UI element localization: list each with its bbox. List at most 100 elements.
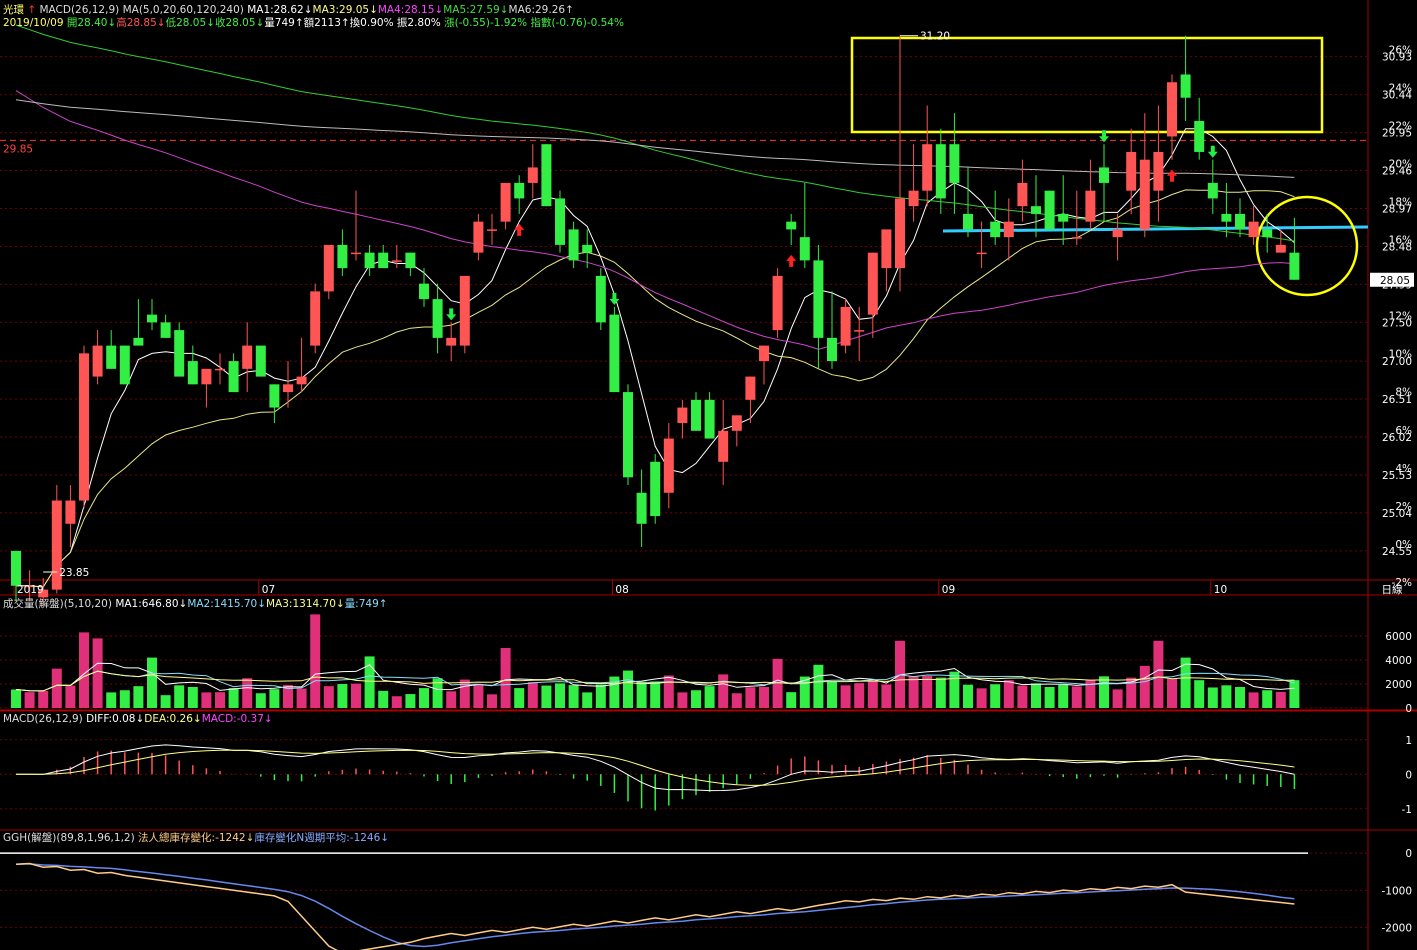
candle-body	[922, 144, 933, 191]
candle-body	[704, 399, 715, 439]
ma60-line	[15, 90, 1295, 350]
candle-body	[310, 291, 321, 346]
ma20-line	[16, 189, 1295, 588]
volume-layer	[11, 614, 1300, 708]
volume-bar	[623, 670, 633, 708]
candle-body	[364, 252, 375, 269]
candle-body	[323, 244, 334, 292]
volume-bar	[38, 690, 49, 708]
percent-tick-label: 4%	[1395, 463, 1412, 475]
candle-body	[663, 438, 674, 493]
volume-bar	[446, 691, 457, 708]
candle-body	[283, 384, 293, 393]
volume-bar	[568, 685, 579, 708]
percent-tick-label: 6%	[1395, 425, 1412, 437]
percent-tick-label: 8%	[1395, 387, 1412, 399]
candle-body	[500, 182, 511, 222]
date-label: 08	[615, 584, 628, 596]
macd-title: MACD(26,12,9)	[3, 713, 83, 725]
volume-bar	[119, 690, 130, 708]
ggh-tick-label: -2000	[1381, 922, 1412, 934]
candle-body	[187, 361, 198, 385]
resistance-box	[850, 36, 1324, 134]
volume-bar	[351, 683, 361, 708]
ggh-inventory-line	[15, 862, 1295, 950]
candle-body	[459, 275, 470, 346]
sell-arrow-icon	[609, 292, 620, 305]
candle-body	[351, 252, 361, 255]
candle-body	[881, 229, 892, 269]
volume-bar	[1289, 680, 1300, 708]
percent-tick-label: 22%	[1389, 121, 1412, 133]
candle-body	[867, 252, 878, 315]
period-label: 日線	[1382, 583, 1404, 596]
candle-body	[1085, 190, 1096, 222]
buy-arrow-icon	[514, 223, 525, 236]
candle-body	[133, 337, 144, 346]
sell-arrow-icon	[1207, 145, 1218, 158]
candle-body	[255, 345, 266, 377]
volume-bar	[106, 692, 117, 708]
volume-bar	[174, 685, 185, 708]
candle-body	[378, 252, 389, 269]
volume-bar	[527, 682, 538, 708]
candle-body	[935, 144, 946, 199]
volume-bar	[976, 688, 987, 708]
volume-bar	[541, 685, 552, 708]
candle-body	[147, 314, 157, 323]
volume-bar	[935, 677, 946, 708]
volume-bar	[677, 692, 688, 708]
candle-body	[908, 190, 919, 207]
volume-bar	[881, 684, 892, 708]
volume-bar	[691, 690, 701, 708]
candle-body	[568, 229, 579, 261]
candle-body	[1194, 120, 1205, 152]
volume-bar	[133, 686, 144, 708]
volume-bar	[187, 687, 198, 708]
candle-body	[1180, 74, 1191, 98]
date-label: 2019	[17, 584, 44, 596]
candle-body	[731, 415, 742, 431]
candle-body	[405, 252, 416, 269]
macd-tick-label: -1	[1402, 804, 1412, 816]
ggh-tick-label: -1000	[1381, 885, 1412, 897]
volume-ma1: MA1:646.80↓	[115, 598, 188, 610]
candle-body	[555, 198, 565, 245]
volume-bar	[1167, 678, 1177, 708]
volume-ma2: MA2:1415.70↓	[187, 598, 266, 610]
volume-bar	[1031, 683, 1041, 708]
candle-body	[473, 221, 484, 253]
volume-bar	[215, 692, 225, 708]
volume-bar	[24, 692, 35, 708]
macd-layer	[16, 744, 1296, 811]
volume-tick-label: 6000	[1385, 631, 1412, 643]
volume-bar	[840, 685, 851, 708]
volume-bar	[419, 688, 429, 708]
percent-tick-label: 26%	[1389, 44, 1412, 56]
open-value: 開28.40↓	[66, 17, 117, 29]
candle-body	[242, 345, 253, 369]
volume-bar	[867, 680, 878, 708]
ggh-tick-label: 0	[1405, 848, 1412, 860]
candle-body	[446, 337, 457, 346]
macd-tick-label: 1	[1405, 735, 1412, 747]
high-value: 高28.85↓	[116, 17, 166, 29]
reference-price-label: 29.85	[3, 143, 33, 155]
volume-bar	[1207, 687, 1218, 708]
ggh-avg: 庫存變化N週期平均:-1246↓	[254, 832, 390, 844]
volume-bar	[1058, 684, 1069, 708]
grid-layer	[0, 0, 1417, 950]
date-label: 10	[1214, 584, 1227, 596]
candle-body	[391, 260, 402, 262]
volume-bar	[1221, 685, 1232, 708]
volume-bar	[827, 681, 837, 708]
volume-bar	[963, 684, 973, 708]
volume-bar	[1180, 657, 1191, 708]
candle-body	[949, 144, 960, 183]
quote-date: 2019/10/09	[3, 17, 64, 29]
ggh-title: GGH(解盤)(89,8,1,96,1,2)	[3, 832, 135, 844]
volume-ma3: MA3:1314.70↓	[266, 598, 345, 610]
index-value: 指數(-0.76)-0.54%	[530, 17, 624, 29]
volume-bar	[1194, 680, 1205, 708]
volume-value: 量749↑	[264, 17, 304, 29]
